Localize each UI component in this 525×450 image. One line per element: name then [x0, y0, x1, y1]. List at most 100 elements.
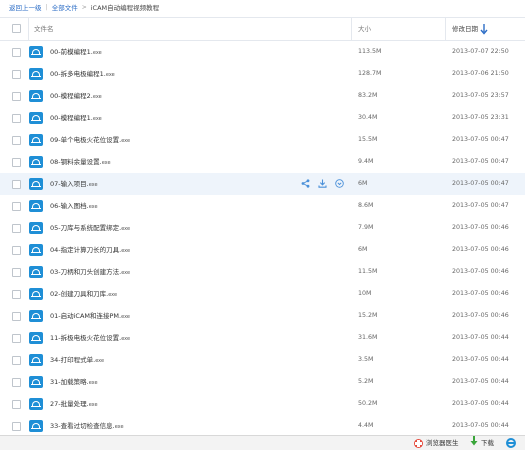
file-name[interactable]: 00-拆多电极编程1.exe: [50, 63, 115, 85]
row-checkbox[interactable]: [12, 136, 21, 145]
file-name[interactable]: 00-模程编程1.exe: [50, 107, 102, 129]
file-modified-date: 2013-07-05 00:47: [452, 136, 509, 143]
row-checkbox[interactable]: [12, 422, 21, 431]
download-icon[interactable]: [317, 178, 328, 189]
sort-desc-icon[interactable]: [480, 23, 488, 35]
file-size: 30.4M: [358, 114, 378, 121]
file-modified-date: 2013-07-05 00:46: [452, 290, 509, 297]
column-size-header[interactable]: 大小: [358, 18, 371, 40]
table-row[interactable]: 04-指定计算刀长的刀具.exe 6M 2013-07-05 00:46: [0, 239, 525, 262]
table-row[interactable]: 07-输入项目.exe 6M 2013-07-05 00:47: [0, 173, 525, 196]
table-row[interactable]: 06-输入图档.exe 8.6M 2013-07-05 00:47: [0, 195, 525, 218]
file-name[interactable]: 05-刀库与系统配置绑定.exe: [50, 217, 130, 239]
file-name[interactable]: 01-启动iCAM和连接PM.exe: [50, 305, 130, 327]
browser-doctor-button[interactable]: 浏览器医生: [414, 436, 459, 450]
file-name-text: 02-创建刀具和刀库.: [50, 290, 109, 298]
table-row[interactable]: 01-启动iCAM和连接PM.exe 15.2M 2013-07-05 00:46: [0, 305, 525, 328]
row-checkbox[interactable]: [12, 246, 21, 255]
file-modified-date: 2013-07-05 00:47: [452, 180, 509, 187]
table-row[interactable]: 08-钢料余量设置.exe 9.4M 2013-07-05 00:47: [0, 151, 525, 174]
row-checkbox[interactable]: [12, 70, 21, 79]
file-size: 6M: [358, 180, 368, 187]
row-checkbox[interactable]: [12, 224, 21, 233]
file-name[interactable]: 27-批量处理.exe: [50, 393, 98, 415]
file-modified-date: 2013-07-05 23:31: [452, 114, 509, 121]
file-extension: exe: [121, 270, 131, 276]
file-size: 4.4M: [358, 422, 374, 429]
file-name[interactable]: 03-刀柄和刀头创建方法.exe: [50, 261, 130, 283]
table-row[interactable]: 27-批量处理.exe 50.2M 2013-07-05 00:44: [0, 393, 525, 416]
breadcrumb-separator: |: [45, 3, 48, 11]
row-checkbox[interactable]: [12, 312, 21, 321]
row-checkbox[interactable]: [12, 202, 21, 211]
table-row[interactable]: 03-刀柄和刀头创建方法.exe 11.5M 2013-07-05 00:46: [0, 261, 525, 284]
file-name[interactable]: 09-单个电极火花位设置.exe: [50, 129, 130, 151]
table-row[interactable]: 34-打印程式单.exe 3.5M 2013-07-05 00:44: [0, 349, 525, 372]
file-extension: exe: [92, 50, 102, 56]
table-row[interactable]: 00-模程编程2.exe 83.2M 2013-07-05 23:57: [0, 85, 525, 108]
file-extension: exe: [121, 336, 131, 342]
table-row[interactable]: 31-加载策略.exe 5.2M 2013-07-05 00:44: [0, 371, 525, 394]
row-checkbox[interactable]: [12, 158, 21, 167]
file-name[interactable]: 31-加载策略.exe: [50, 371, 98, 393]
file-extension: exe: [121, 314, 130, 320]
table-row[interactable]: 00-模程编程1.exe 30.4M 2013-07-05 23:31: [0, 107, 525, 130]
file-extension: exe: [121, 138, 131, 144]
file-size: 11.5M: [358, 268, 378, 275]
current-folder: iCAM自动编程视频教程: [90, 4, 160, 12]
row-checkbox[interactable]: [12, 180, 21, 189]
file-extension: exe: [88, 182, 98, 188]
file-extension: exe: [105, 72, 115, 78]
table-row[interactable]: 09-单个电极火花位设置.exe 15.5M 2013-07-05 00:47: [0, 129, 525, 152]
file-name-text: 00-模程编程1.: [50, 114, 93, 122]
video-file-icon: [29, 310, 43, 322]
select-all-checkbox[interactable]: [12, 24, 21, 33]
video-file-icon: [29, 266, 43, 278]
back-link[interactable]: 返回上一级: [9, 2, 42, 12]
file-name[interactable]: 06-输入图档.exe: [50, 195, 98, 217]
row-checkbox[interactable]: [12, 92, 21, 101]
download-button[interactable]: 下载: [470, 435, 494, 450]
table-row[interactable]: 11-拆极电极火花位设置.exe 31.6M 2013-07-05 00:44: [0, 327, 525, 350]
file-modified-date: 2013-07-05 00:44: [452, 356, 509, 363]
file-name[interactable]: 02-创建刀具和刀库.exe: [50, 283, 117, 305]
table-row[interactable]: 00-拆多电极编程1.exe 128.7M 2013-07-06 21:50: [0, 63, 525, 86]
share-icon[interactable]: [300, 178, 311, 189]
file-name[interactable]: 11-拆极电极火花位设置.exe: [50, 327, 130, 349]
table-row[interactable]: 05-刀库与系统配置绑定.exe 7.9M 2013-07-05 00:46: [0, 217, 525, 240]
row-checkbox[interactable]: [12, 268, 21, 277]
file-size: 83.2M: [358, 92, 378, 99]
file-name-text: 00-模程编程2.: [50, 92, 93, 100]
column-date-header[interactable]: 修改日期: [452, 18, 478, 40]
file-name[interactable]: 00-前模编程1.exe: [50, 41, 102, 63]
file-name[interactable]: 08-钢料余量设置.exe: [50, 151, 111, 173]
row-checkbox[interactable]: [12, 334, 21, 343]
table-row[interactable]: 02-创建刀具和刀库.exe 10M 2013-07-05 00:46: [0, 283, 525, 306]
file-name-text: 11-拆极电极火花位设置.: [50, 334, 122, 342]
row-checkbox[interactable]: [12, 114, 21, 123]
file-modified-date: 2013-07-05 00:46: [452, 224, 509, 231]
file-name[interactable]: 07-输入项目.exe: [50, 173, 98, 195]
file-name[interactable]: 00-模程编程2.exe: [50, 85, 102, 107]
table-row[interactable]: 00-前模编程1.exe 113.5M 2013-07-07 22:50: [0, 41, 525, 64]
video-file-icon: [29, 398, 43, 410]
video-file-icon: [29, 376, 43, 388]
file-extension: exe: [88, 380, 98, 386]
ie-button[interactable]: [506, 436, 516, 450]
row-checkbox[interactable]: [12, 378, 21, 387]
file-name[interactable]: 04-指定计算刀长的刀具.exe: [50, 239, 130, 261]
more-icon[interactable]: [334, 178, 345, 189]
file-modified-date: 2013-07-05 00:46: [452, 246, 509, 253]
file-extension: exe: [101, 160, 111, 166]
file-modified-date: 2013-07-06 21:50: [452, 70, 509, 77]
file-name[interactable]: 34-打印程式单.exe: [50, 349, 104, 371]
row-checkbox[interactable]: [12, 48, 21, 57]
file-size: 113.5M: [358, 48, 382, 55]
file-size: 7.9M: [358, 224, 374, 231]
file-name[interactable]: 33-查看过切检查信息.exe: [50, 415, 124, 437]
row-checkbox[interactable]: [12, 290, 21, 299]
all-files-link[interactable]: 全部文件: [52, 2, 78, 12]
row-checkbox[interactable]: [12, 356, 21, 365]
column-name-header[interactable]: 文件名: [34, 18, 54, 40]
row-checkbox[interactable]: [12, 400, 21, 409]
